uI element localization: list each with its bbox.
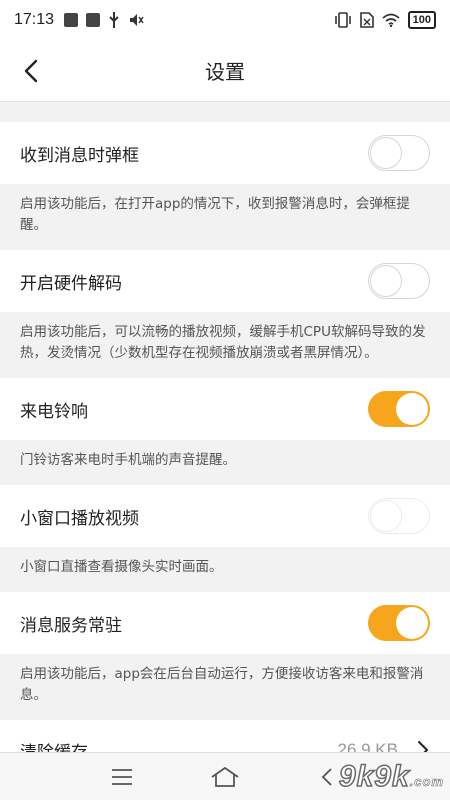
small-window-toggle[interactable] xyxy=(368,498,430,534)
toggle-knob xyxy=(370,500,402,532)
watermark-text: 9k9k xyxy=(338,759,410,794)
popup-toggle[interactable] xyxy=(368,135,430,171)
page-header: 设置 xyxy=(0,40,450,102)
no-sim-icon xyxy=(359,12,374,28)
battery-indicator: 100 xyxy=(407,11,436,29)
toggle-knob xyxy=(396,607,428,639)
menu-icon xyxy=(111,768,132,785)
page-title: 设置 xyxy=(205,60,245,84)
setting-label: 小窗口播放视频 xyxy=(20,508,139,529)
setting-label: 收到消息时弹框 xyxy=(20,145,139,166)
menu-button[interactable] xyxy=(107,762,137,792)
home-button[interactable] xyxy=(210,762,240,792)
setting-row-message-service: 消息服务常驻 xyxy=(0,592,450,654)
status-bar: 17:13 100 xyxy=(0,0,450,40)
ringtone-toggle[interactable] xyxy=(368,391,430,427)
back-nav-icon xyxy=(322,767,332,786)
toggle-knob xyxy=(370,137,402,169)
app-notification-icon xyxy=(64,13,79,27)
setting-row-small-window: 小窗口播放视频 xyxy=(0,485,450,547)
setting-row-ringtone: 来电铃响 xyxy=(0,378,450,440)
status-notification-icons xyxy=(64,12,144,28)
setting-description: 启用该功能后，在打开app的情况下，收到报警消息时，会弹框提醒。 xyxy=(0,184,450,250)
settings-list: 收到消息时弹框 启用该功能后，在打开app的情况下，收到报警消息时，会弹框提醒。… xyxy=(0,122,450,780)
toggle-knob xyxy=(370,265,402,297)
home-icon xyxy=(211,766,239,787)
status-system-icons: 100 xyxy=(334,11,436,29)
setting-description: 启用该功能后，可以流畅的播放视频，缓解手机CPU软解码导致的发热，发烫情况（少数… xyxy=(0,312,450,378)
usb-icon xyxy=(109,12,119,28)
shield-notification-icon xyxy=(86,13,101,27)
status-time: 17:13 xyxy=(14,11,55,28)
toggle-knob xyxy=(396,393,428,425)
setting-row-hardware-decode: 开启硬件解码 xyxy=(0,250,450,312)
setting-description: 启用该功能后，app会在后台自动运行，方便接收访客来电和报警消息。 xyxy=(0,654,450,720)
mute-icon xyxy=(130,14,144,26)
back-arrow-icon[interactable] xyxy=(18,57,46,85)
setting-label: 来电铃响 xyxy=(20,401,88,422)
watermark-logo: 9k9k.com xyxy=(338,759,444,794)
setting-label: 消息服务常驻 xyxy=(20,615,122,636)
vibrate-icon xyxy=(334,12,351,28)
setting-row-popup: 收到消息时弹框 xyxy=(0,122,450,184)
hardware-decode-toggle[interactable] xyxy=(368,263,430,299)
message-service-toggle[interactable] xyxy=(368,605,430,641)
setting-description: 门铃访客来电时手机端的声音提醒。 xyxy=(0,440,450,485)
setting-label: 开启硬件解码 xyxy=(20,273,122,294)
watermark-suffix: .com xyxy=(409,774,444,790)
wifi-icon xyxy=(382,13,400,27)
setting-description: 小窗口直播查看摄像头实时画面。 xyxy=(0,547,450,592)
